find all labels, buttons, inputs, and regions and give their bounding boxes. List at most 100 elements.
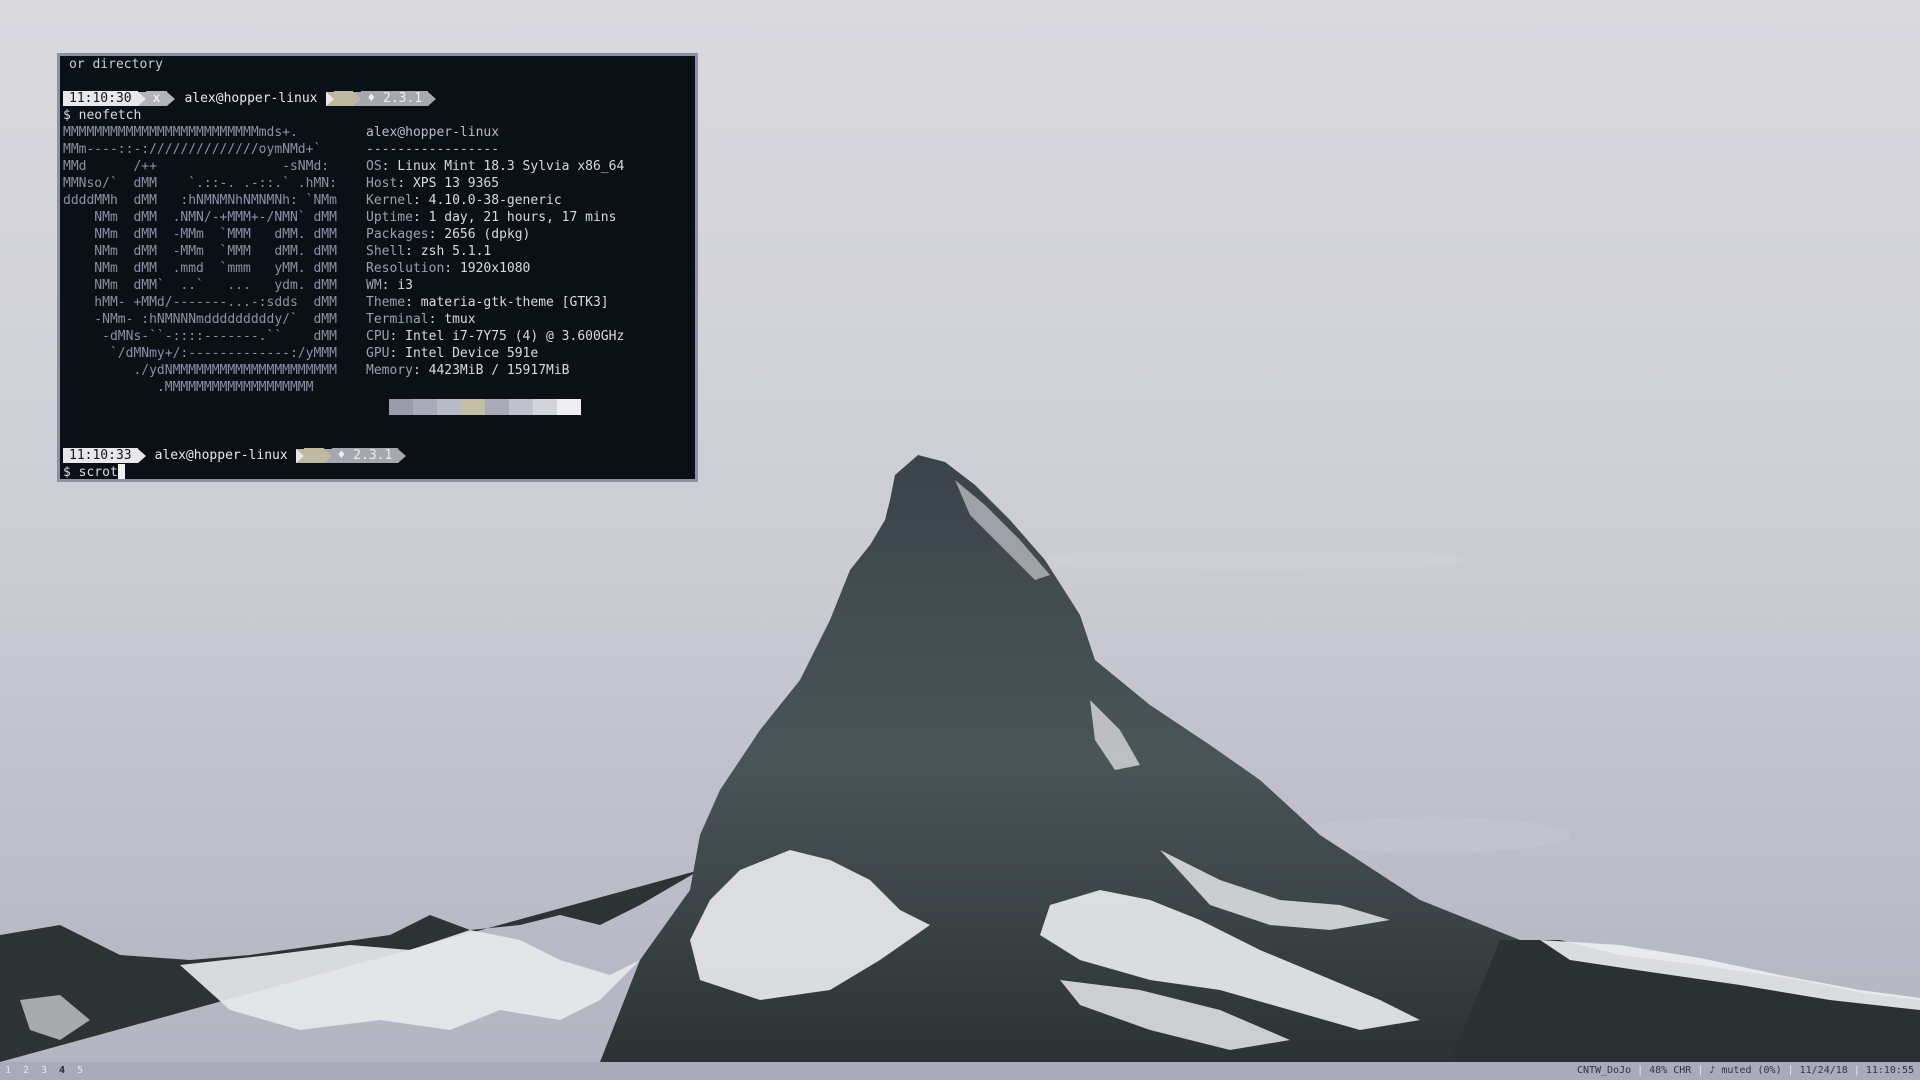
info-key: Host [366, 176, 398, 191]
info-value: materia-gtk-theme [GTK3] [420, 295, 609, 310]
info-value: Intel i7-7Y75 (4) @ 3.600GHz [405, 329, 625, 344]
date-status: 11/24/18 [1799, 1065, 1848, 1076]
powerline-separator-icon [325, 91, 334, 106]
info-row-kernel: Kernel: 4.10.0-38-generic [366, 193, 562, 208]
status-blocks: CNTW_DoJo | 48% CHR | ♪ muted (0%) | 11/24/18 |… [1576, 1065, 1914, 1076]
prompt-time: 11:10:33 [63, 448, 138, 463]
palette-swatch [485, 399, 509, 415]
ascii-line: NMm dMM .NMN/-+MMM+-/NMN` dMM [63, 210, 337, 225]
workspace-switcher: 1 2 3 4 5 [5, 1062, 95, 1080]
info-key: OS [366, 159, 382, 174]
command-line: $ neofetch [63, 108, 142, 123]
ascii-line: MMNso/` dMM `.::-. .-::.` .hMN: [63, 176, 337, 191]
info-row-wm: WM: i3 [366, 278, 413, 293]
info-key: WM [366, 278, 382, 293]
info-value: 1920x1080 [459, 261, 531, 276]
palette-swatch [533, 399, 557, 415]
info-row-uptime: Uptime: 1 day, 21 hours, 17 mins [366, 210, 617, 225]
palette-swatch [509, 399, 533, 415]
info-row-host: Host: XPS 13 9365 [366, 176, 500, 191]
palette-swatch [461, 399, 485, 415]
shell-prompt: 11:10:30 x alex@hopper-linux ~ ♦ 2.3.1 [63, 90, 437, 107]
ascii-line: .MMMMMMMMMMMMMMMMMMM [63, 380, 314, 395]
terminal-window[interactable]: or directory 11:10:30 x alex@hopper-linu… [57, 53, 698, 482]
prompt-git-version: ♦ 2.3.1 [331, 448, 399, 463]
ascii-line: NMm dMM .mmd `mmm yMM. dMM [63, 261, 337, 276]
prompt-time: 11:10:30 [63, 91, 138, 106]
info-key: Theme [366, 295, 406, 310]
battery-status: 48% CHR [1649, 1065, 1692, 1076]
status-bar: 1 2 3 4 5 CNTW_DoJo | 48% CHR | ♪ muted (0%)… [0, 1062, 1920, 1080]
info-value: tmux [444, 312, 476, 327]
clock-status: 11:10:55 [1865, 1065, 1914, 1076]
prompt-exit-status: x [145, 91, 168, 106]
palette-swatch [389, 399, 413, 415]
ascii-line: ddddMMh dMM :hNMNMNhNMNMNh: `NMm [63, 193, 337, 208]
ascii-line: NMm dMM` ..` ... ydm. dMM [63, 278, 337, 293]
info-value: 4423MiB / 15917MiB [428, 363, 570, 378]
palette-swatch [413, 399, 437, 415]
info-key: Shell [366, 244, 406, 259]
info-value: XPS 13 9365 [412, 176, 500, 191]
info-value: 4.10.0-38-generic [428, 193, 562, 208]
workspace-button-active[interactable]: 4 [59, 1062, 77, 1080]
info-key: Kernel [366, 193, 413, 208]
workspace-button[interactable]: 3 [41, 1062, 59, 1080]
info-row-resolution: Resolution: 1920x1080 [366, 261, 531, 276]
powerline-separator-icon [398, 448, 407, 463]
command-input-line[interactable]: $ scrot [63, 464, 125, 480]
info-key: Terminal [366, 312, 429, 327]
ascii-line: `/dMNmy+/:-------------:/yMMM [63, 346, 337, 361]
prompt-user-host: alex@hopper-linux [154, 448, 288, 463]
color-palette [389, 399, 581, 415]
info-value: Intel Device 591e [405, 346, 539, 361]
ascii-line: MMm----::-://////////////oymNMd+` [63, 142, 322, 157]
info-key: CPU [366, 329, 390, 344]
info-value: Linux Mint 18.3 Sylvia x86_64 [397, 159, 625, 174]
info-row-memory: Memory: 4423MiB / 15917MiB [366, 363, 570, 378]
info-key: Packages [366, 227, 429, 242]
ascii-line: MMd /++ -sNMd: [63, 159, 330, 174]
info-value: zsh 5.1.1 [420, 244, 492, 259]
info-title: alex@hopper-linux [366, 125, 500, 140]
info-rule: ----------------- [366, 142, 500, 157]
ascii-line: -dMNs-``-::::-------.`` dMM [63, 329, 337, 344]
ascii-line: MMMMMMMMMMMMMMMMMMMMMMMMMmds+. [63, 125, 298, 140]
palette-swatch [557, 399, 581, 415]
prompt-git-version: ♦ 2.3.1 [361, 91, 429, 106]
network-status: CNTW_DoJo [1576, 1065, 1632, 1076]
info-value: i3 [397, 278, 413, 293]
info-row-os: OS: Linux Mint 18.3 Sylvia x86_64 [366, 159, 625, 174]
ascii-line: NMm dMM -MMm `MMM dMM. dMM [63, 244, 337, 259]
powerline-separator-icon [295, 448, 304, 463]
ascii-line: NMm dMM -MMm `MMM dMM. dMM [63, 227, 337, 242]
workspace-button[interactable]: 5 [77, 1062, 95, 1080]
info-key: GPU [366, 346, 390, 361]
volume-status: ♪ muted (0%) [1709, 1065, 1782, 1076]
prompt-directory: ~ [303, 448, 324, 463]
text-cursor [117, 464, 125, 479]
prompt-directory: ~ [333, 91, 354, 106]
terminal-output-line: or directory [69, 57, 163, 72]
shell-prompt: 11:10:33 alex@hopper-linux ~ ♦ 2.3.1 [63, 447, 407, 464]
workspace-button[interactable]: 2 [23, 1062, 41, 1080]
info-key: Memory [366, 363, 413, 378]
ascii-line: ./ydNMMMMMMMMMMMMMMMMMMMMM [63, 363, 337, 378]
powerline-separator-icon [353, 91, 362, 106]
info-key: Resolution [366, 261, 445, 276]
info-row-packages: Packages: 2656 (dpkg) [366, 227, 531, 242]
workspace-button[interactable]: 1 [5, 1062, 23, 1080]
ascii-line: hMM- +MMd/-------...-:sdds dMM [63, 295, 337, 310]
info-row-gpu: GPU: Intel Device 591e [366, 346, 539, 361]
powerline-separator-icon [323, 448, 332, 463]
info-row-theme: Theme: materia-gtk-theme [GTK3] [366, 295, 609, 310]
ascii-line: -NMm- :hNMNNNmdddddddddy/` dMM [63, 312, 337, 327]
info-value: 2656 (dpkg) [444, 227, 531, 242]
command-text: $ scrot [63, 465, 118, 480]
powerline-separator-icon [167, 91, 176, 106]
info-value: 1 day, 21 hours, 17 mins [428, 210, 617, 225]
prompt-user-host: alex@hopper-linux [184, 91, 318, 106]
info-row-cpu: CPU: Intel i7-7Y75 (4) @ 3.600GHz [366, 329, 625, 344]
powerline-separator-icon [428, 91, 437, 106]
info-row-terminal: Terminal: tmux [366, 312, 476, 327]
